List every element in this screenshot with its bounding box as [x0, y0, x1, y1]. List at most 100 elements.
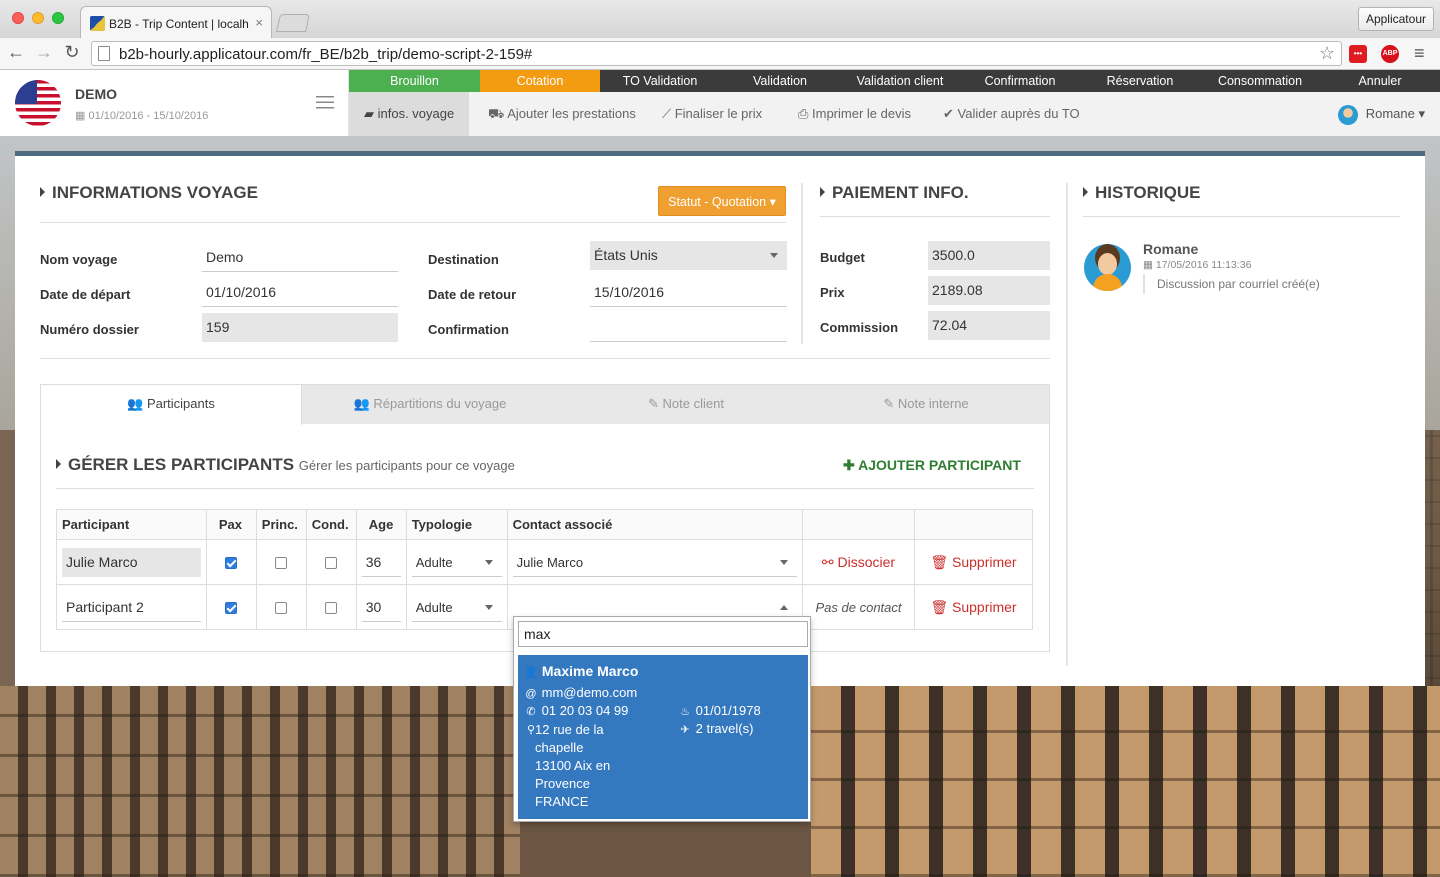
age-input[interactable]: 30 [361, 593, 401, 622]
browser-menu-icon[interactable]: ≡ [1414, 43, 1425, 64]
caret-right-icon [56, 459, 61, 469]
step-annuler[interactable]: Annuler [1320, 70, 1440, 92]
supprimer-button[interactable]: 🗑 Supprimer [930, 599, 1016, 615]
step-validation[interactable]: Validation [720, 70, 840, 92]
users-icon: 👥 [127, 396, 147, 411]
step-confirmation[interactable]: Confirmation [960, 70, 1080, 92]
hamburger-menu-icon[interactable] [316, 96, 334, 109]
divider [40, 358, 1050, 359]
label-nom-voyage: Nom voyage [40, 252, 118, 267]
typologie-cell: Adulte [405, 539, 508, 585]
date-retour-input[interactable]: 15/10/2016 [590, 278, 787, 307]
caret-down-icon: ▾ [766, 195, 776, 209]
history-author: Romane [1143, 241, 1199, 257]
at-icon: @ [525, 688, 537, 700]
pax-checkbox[interactable] [225, 602, 238, 615]
bookmark-star-icon[interactable]: ☆ [1319, 43, 1335, 64]
numero-dossier-field: 159 [202, 313, 398, 342]
tab-close-icon[interactable]: × [255, 15, 263, 30]
label-date-retour: Date de retour [428, 287, 517, 302]
participant-name-input[interactable]: Participant 2 [62, 593, 201, 622]
confirmation-input[interactable] [590, 313, 787, 342]
col-action [802, 509, 915, 540]
tab-note-client[interactable]: ✎ Note client [601, 385, 771, 424]
workflow-steps: Brouillon Cotation TO Validation Validat… [349, 70, 1440, 92]
action-imprimer-devis[interactable]: ⎙ Imprimer le devis [798, 92, 911, 136]
no-contact-label: Pas de contact [815, 599, 902, 615]
chart-icon: ⟋ [662, 106, 675, 121]
age-cell: 36 [355, 539, 407, 585]
step-to-validation[interactable]: TO Validation [600, 70, 720, 92]
dissocier-button[interactable]: ⚯ Dissocier [822, 554, 895, 570]
nom-voyage-input[interactable]: Demo [202, 243, 398, 272]
new-tab-button[interactable] [276, 14, 310, 32]
contact-cell: Julie Marco [506, 539, 804, 585]
trip-brand: DEMO ▦ 01/10/2016 - 15/10/2016 [0, 70, 349, 136]
participant-name-input[interactable]: Julie Marco [62, 547, 201, 577]
us-flag-icon [15, 80, 61, 126]
table-header-row: Participant Pax Princ. Cond. Age Typolog… [56, 509, 1034, 540]
typologie-select[interactable]: Adulte [411, 593, 502, 622]
tab-participants[interactable]: 👥 Participants [41, 385, 302, 425]
window-zoom-button[interactable] [52, 12, 64, 24]
age-cell: 30 [355, 584, 407, 630]
status-button[interactable]: Statut - Quotation ▾ [658, 186, 786, 216]
reload-icon[interactable]: ↻ [62, 42, 82, 63]
col-delete [913, 509, 1034, 540]
contact-result-item[interactable]: 👤 Maxime Marco @ mm@demo.com ✆ 01 20 03 … [518, 655, 808, 819]
print-icon: ⎙ [798, 106, 813, 121]
address-bar[interactable]: b2b-hourly.applicatour.com/fr_BE/b2b_tri… [91, 41, 1342, 66]
action-finaliser-prix[interactable]: ⟋ Finaliser le prix [662, 92, 762, 136]
address-url[interactable]: b2b-hourly.applicatour.com/fr_BE/b2b_tri… [119, 46, 532, 63]
cond-checkbox[interactable] [325, 602, 338, 615]
contact-result-email: mm@demo.com [541, 685, 638, 700]
tab-note-interne[interactable]: ✎ Note interne [841, 385, 1011, 424]
browser-profile-button[interactable]: Applicatour [1357, 7, 1434, 31]
supprimer-button[interactable]: 🗑 Supprimer [930, 554, 1016, 570]
princ-cell [255, 539, 307, 585]
label-budget: Budget [820, 250, 865, 265]
plus-icon: ✚ [843, 457, 859, 473]
action-infos-voyage[interactable]: ▰ infos. voyage [349, 92, 470, 136]
extension-lastpass-icon[interactable]: ••• [1349, 45, 1367, 63]
princ-checkbox[interactable] [275, 557, 288, 570]
calendar-icon: ▦ [1143, 259, 1156, 271]
avatar [1337, 104, 1358, 125]
page-icon [98, 46, 110, 61]
cond-checkbox[interactable] [325, 557, 338, 570]
extension-adblock-icon[interactable]: ABP [1381, 45, 1399, 63]
step-cotation[interactable]: Cotation [480, 70, 600, 92]
participant-cell: Julie Marco [56, 539, 207, 585]
col-pax: Pax [205, 509, 257, 540]
add-participant-button[interactable]: ✚ AJOUTER PARTICIPANT [843, 457, 1021, 474]
label-prix: Prix [820, 285, 845, 300]
section-title-historique: HISTORIQUE [1083, 183, 1200, 203]
action-ajouter-prestations[interactable]: ⛟ Ajouter les prestations [488, 92, 636, 136]
typologie-select[interactable]: Adulte [411, 548, 502, 577]
window-close-button[interactable] [12, 12, 24, 24]
back-arrow-icon[interactable]: ← [6, 42, 26, 63]
contact-select[interactable]: Julie Marco [512, 548, 798, 577]
user-menu[interactable]: Romane ▾ [1337, 92, 1425, 136]
prix-field: 2189.08 [928, 276, 1050, 305]
tab-repartitions[interactable]: 👥 Répartitions du voyage [330, 385, 530, 424]
label-date-depart: Date de départ [40, 287, 131, 302]
browser-tab[interactable]: B2B - Trip Content | localh × [80, 6, 272, 38]
birthday-icon: ♨ [680, 706, 690, 718]
step-brouillon[interactable]: Brouillon [349, 70, 480, 92]
pencil-icon: ✎ [883, 396, 898, 411]
age-input[interactable]: 36 [361, 548, 401, 577]
princ-checkbox[interactable] [275, 602, 288, 615]
pax-checkbox[interactable] [225, 557, 238, 570]
step-validation-client[interactable]: Validation client [840, 70, 960, 92]
action-valider-to[interactable]: ✔ Valider auprès du TO [943, 92, 1080, 136]
forward-arrow-icon[interactable]: → [34, 42, 54, 63]
contact-search-input[interactable]: max [518, 621, 808, 647]
action-cell: Pas de contact [802, 584, 915, 630]
step-reservation[interactable]: Réservation [1080, 70, 1200, 92]
window-minimize-button[interactable] [32, 12, 44, 24]
destination-select[interactable]: États Unis [590, 241, 787, 270]
caret-right-icon [40, 187, 45, 197]
date-depart-input[interactable]: 01/10/2016 [202, 278, 398, 307]
step-consommation[interactable]: Consommation [1200, 70, 1320, 92]
